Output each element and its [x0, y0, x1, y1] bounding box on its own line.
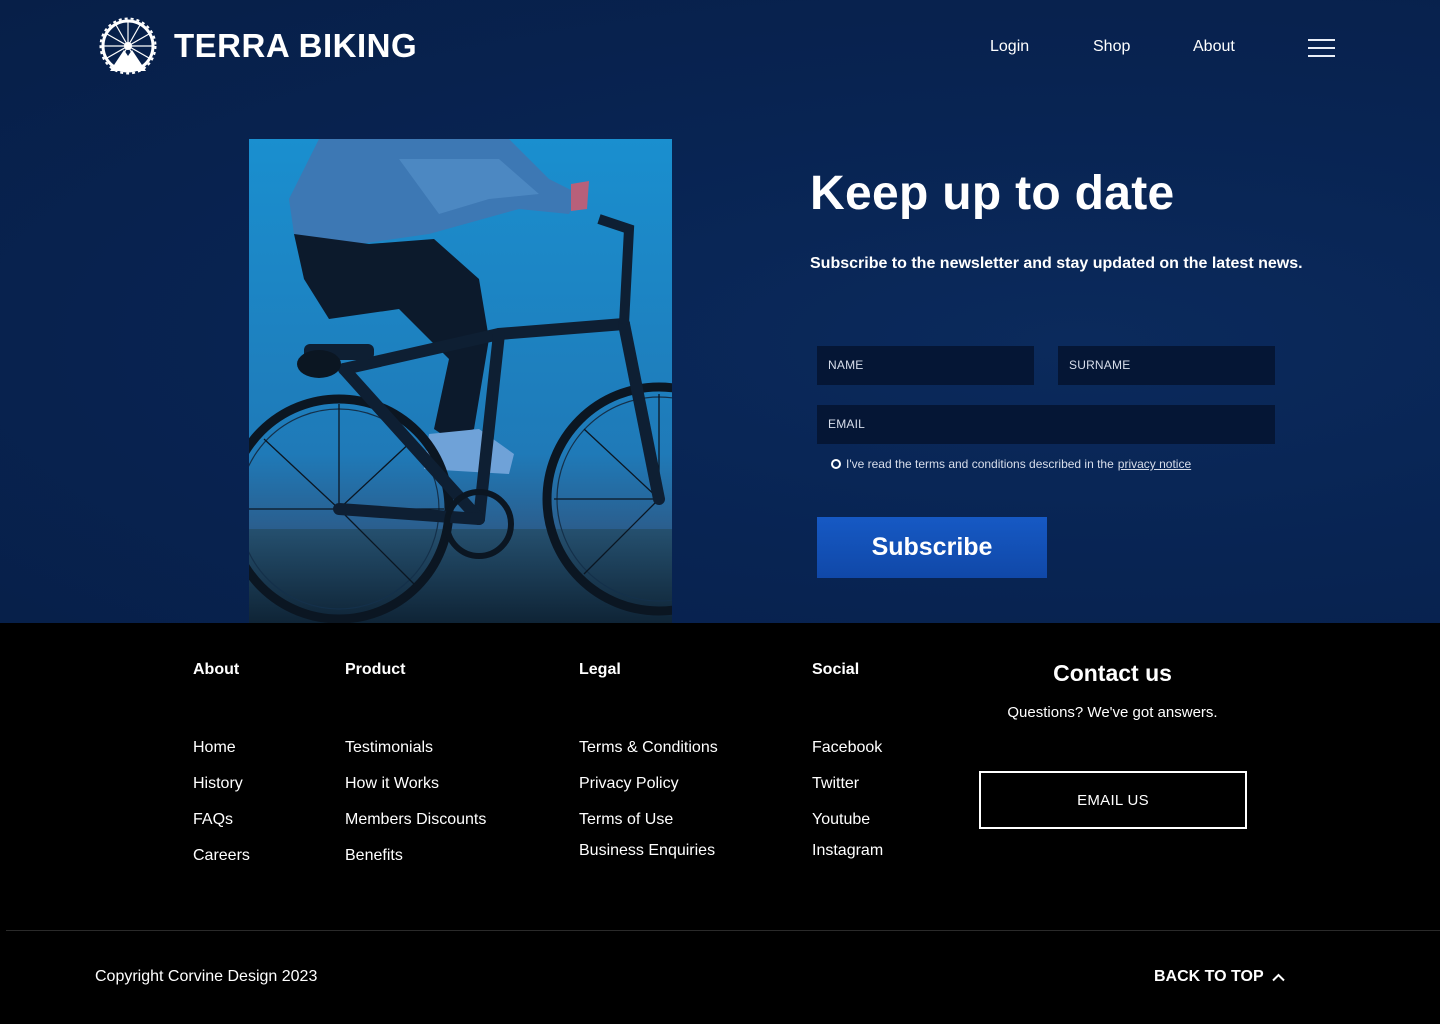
footer-link-privacy-policy[interactable]: Privacy Policy [579, 775, 679, 793]
terms-text: I've read the terms and conditions descr… [846, 457, 1114, 471]
footer-about-title: About [193, 661, 240, 678]
footer-link-members-discounts[interactable]: Members Discounts [345, 811, 486, 829]
contact-subtitle: Questions? We've got answers. [1007, 704, 1218, 721]
footer-link-faqs[interactable]: FAQs [193, 811, 233, 829]
surname-field [1058, 346, 1275, 385]
footer-link-terms-of-use[interactable]: Terms of Use [579, 811, 673, 829]
contact-title: Contact us [1053, 660, 1172, 686]
footer-link-careers[interactable]: Careers [193, 847, 250, 865]
nav-login[interactable]: Login [990, 38, 1029, 56]
brand-name: TERRA BIKING [174, 27, 418, 64]
footer-link-home[interactable]: Home [193, 739, 236, 757]
logo[interactable]: TERRA BIKING [90, 16, 417, 76]
newsletter-title: Keep up to date [810, 167, 1175, 220]
footer-link-testimonials[interactable]: Testimonials [345, 739, 433, 757]
surname-input[interactable] [1069, 358, 1275, 372]
name-input[interactable] [828, 358, 1034, 372]
email-us-button[interactable]: EMAIL US [979, 771, 1247, 829]
footer-legal-title: Legal [579, 661, 621, 678]
footer-link-benefits[interactable]: Benefits [345, 847, 403, 865]
footer-link-instagram[interactable]: Instagram [812, 842, 883, 860]
footer-social-title: Social [812, 661, 860, 678]
footer-link-youtube[interactable]: Youtube [812, 811, 870, 829]
hamburger-menu-icon[interactable] [1308, 38, 1335, 58]
nav-about[interactable]: About [1193, 38, 1235, 56]
cyclist-photo [249, 139, 672, 623]
footer-divider [6, 930, 1440, 931]
email-input[interactable] [828, 417, 1275, 431]
footer-link-terms-conditions[interactable]: Terms & Conditions [579, 739, 718, 757]
footer-link-how-it-works[interactable]: How it Works [345, 775, 439, 793]
newsletter-subtitle: Subscribe to the newsletter and stay upd… [810, 255, 1303, 272]
chevron-up-icon [1271, 973, 1285, 981]
footer-link-business-enquiries[interactable]: Business Enquiries [579, 842, 715, 860]
footer-product-title: Product [345, 661, 406, 678]
footer-link-twitter[interactable]: Twitter [812, 775, 859, 793]
terms-consent: I've read the terms and conditions descr… [831, 457, 1191, 471]
privacy-notice-link[interactable]: privacy notice [1118, 457, 1191, 471]
back-to-top-label: BACK TO TOP [1154, 968, 1264, 985]
hero-section: TERRA BIKING Login Shop About Keep up to… [0, 0, 1440, 623]
copyright-text: Copyright Corvine Design 2023 [95, 968, 318, 985]
footer-link-facebook[interactable]: Facebook [812, 739, 882, 757]
terms-radio[interactable] [831, 459, 841, 469]
footer-link-history[interactable]: History [193, 775, 243, 793]
name-field [817, 346, 1034, 385]
email-field [817, 405, 1275, 444]
subscribe-button[interactable]: Subscribe [817, 517, 1047, 578]
nav-shop[interactable]: Shop [1093, 38, 1130, 56]
back-to-top-link[interactable]: BACK TO TOP [1154, 968, 1285, 986]
bike-wheel-logo-icon [99, 17, 157, 75]
